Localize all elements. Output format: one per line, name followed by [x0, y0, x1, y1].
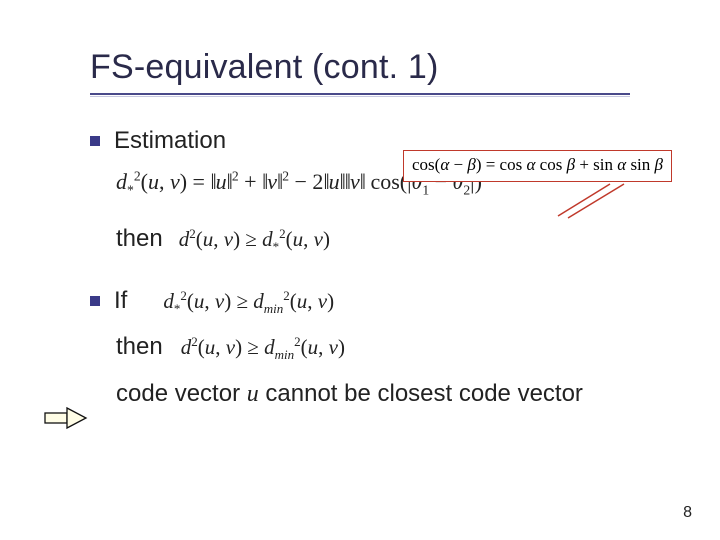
arrow-right-icon [44, 406, 88, 430]
bullet-2-block: If d*2(u, v) ≥ dmin2(u, v) then d2(u, v)… [90, 283, 660, 413]
then-row-1: then d2(u, v) ≥ d*2(u, v) [116, 221, 660, 257]
conclusion-var: u [247, 381, 259, 407]
callout-connector [556, 182, 624, 220]
page-number: 8 [683, 504, 692, 522]
if-word: If [114, 283, 127, 319]
equation-ineq2: d*2(u, v) ≥ dmin2(u, v) [163, 286, 334, 319]
slide: FS-equivalent (cont. 1) cos(α − β) = cos… [0, 0, 720, 540]
bullet-square-icon [90, 136, 100, 146]
equation-ineq3: d2(u, v) ≥ dmin2(u, v) [181, 332, 345, 365]
then-word-2: then [116, 329, 163, 365]
then-word-1: then [116, 221, 163, 257]
then-row-2: then d2(u, v) ≥ dmin2(u, v) [116, 329, 660, 365]
callout-formula: cos(α − β) = cos α cos β + sin α sin β [412, 155, 663, 174]
title-block: FS-equivalent (cont. 1) [90, 48, 660, 95]
bullet-2: If d*2(u, v) ≥ dmin2(u, v) [90, 283, 660, 319]
title-underline [90, 93, 630, 95]
callout-formula-box: cos(α − β) = cos α cos β + sin α sin β [403, 150, 672, 182]
conclusion-text: code vector u cannot be closest code vec… [116, 375, 636, 413]
conclusion-pre: code vector [116, 380, 247, 407]
equation-ineq1: d2(u, v) ≥ d*2(u, v) [179, 224, 330, 257]
bullet-square-icon [90, 296, 100, 306]
bullet-1-label: Estimation [114, 123, 226, 159]
conclusion-post: cannot be closest code vector [259, 380, 583, 407]
page-title: FS-equivalent (cont. 1) [90, 48, 660, 87]
